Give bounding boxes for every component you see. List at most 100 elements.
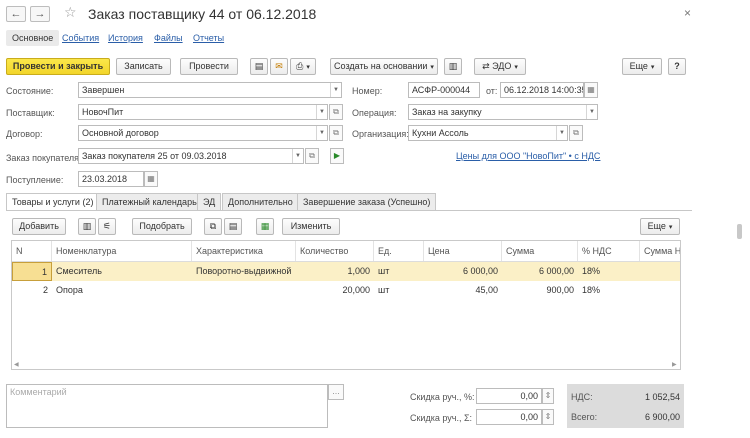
star-icon[interactable]: ☆: [64, 4, 77, 21]
state-field[interactable]: Завершен ▼: [78, 82, 342, 98]
comment-field[interactable]: Комментарий: [6, 384, 328, 428]
column-header-vat-rate[interactable]: % НДС: [578, 241, 640, 261]
column-header-characteristic[interactable]: Характеристика: [192, 241, 296, 261]
add-button[interactable]: Добавить: [12, 218, 66, 235]
date-label: от:: [486, 86, 498, 96]
stepper-icon[interactable]: ⇕: [542, 388, 554, 404]
customer-order-field[interactable]: Заказ покупателя 25 от 09.03.2018 ▼: [78, 148, 304, 164]
prices-link[interactable]: Цены для ООО "НовоПит" • с НДС: [456, 151, 600, 161]
open-link-icon[interactable]: ⧉: [305, 148, 319, 164]
save-button[interactable]: Записать: [116, 58, 171, 75]
row-characteristic[interactable]: [192, 281, 296, 300]
tab-main[interactable]: Основное: [6, 30, 60, 46]
edo-button[interactable]: ⇄ ЭДО ▾: [474, 58, 526, 75]
page-title: Заказ поставщику 44 от 06.12.2018: [88, 6, 317, 22]
calendar-icon[interactable]: ▦: [584, 82, 598, 98]
column-header-item[interactable]: Номенклатура: [52, 241, 192, 261]
discount-pct-field[interactable]: 0,00: [476, 388, 542, 404]
tab-files[interactable]: Файлы: [154, 33, 183, 43]
chevron-down-icon[interactable]: ▼: [292, 149, 303, 163]
row-quantity[interactable]: 1,000: [296, 262, 374, 281]
scroll-right-icon[interactable]: ▶: [672, 361, 677, 368]
organization-field[interactable]: Кухни Ассоль ▼: [408, 125, 568, 141]
spreadsheet-icon[interactable]: ▦: [256, 218, 274, 235]
tab-order-completion[interactable]: Завершение заказа (Успешно): [297, 193, 437, 210]
row-sum[interactable]: 6 000,00: [502, 262, 578, 281]
chevron-down-icon[interactable]: ▼: [316, 126, 327, 140]
report-icon[interactable]: ▥: [444, 58, 462, 75]
copy-icon[interactable]: ⧉: [204, 218, 222, 235]
change-button[interactable]: Изменить: [282, 218, 340, 235]
paste-icon[interactable]: ▤: [224, 218, 242, 235]
chevron-down-icon[interactable]: ▼: [316, 105, 327, 119]
scan-icon[interactable]: ⚟: [98, 218, 116, 235]
column-header-quantity[interactable]: Количество: [296, 241, 374, 261]
table-more-button[interactable]: Еще ▾: [640, 218, 680, 235]
table-row[interactable]: 1 Смеситель Поворотно-выдвижной 1,000 шт…: [12, 262, 680, 281]
tab-ed[interactable]: ЭД: [197, 193, 222, 210]
tab-reports[interactable]: Отчеты: [193, 33, 224, 43]
help-button[interactable]: ?: [668, 58, 686, 75]
row-unit[interactable]: шт: [374, 281, 424, 300]
pick-button[interactable]: Подобрать: [132, 218, 192, 235]
post-button[interactable]: Провести: [180, 58, 238, 75]
go-icon[interactable]: ▶: [330, 148, 344, 164]
back-button[interactable]: ←: [6, 6, 26, 22]
close-icon[interactable]: ×: [684, 6, 691, 20]
operation-label: Операция:: [352, 108, 397, 118]
row-quantity[interactable]: 20,000: [296, 281, 374, 300]
discount-sum-label: Скидка руч., Σ:: [410, 413, 473, 423]
receipt-date-field[interactable]: 23.03.2018: [78, 171, 144, 187]
page-scrollbar[interactable]: [737, 224, 742, 239]
row-sum[interactable]: 900,00: [502, 281, 578, 300]
tab-history[interactable]: История: [108, 33, 143, 43]
column-header-n[interactable]: N: [12, 241, 52, 261]
discount-sum-field[interactable]: 0,00: [476, 409, 542, 425]
operation-field[interactable]: Заказ на закупку ▼: [408, 104, 598, 120]
row-price[interactable]: 6 000,00: [424, 262, 502, 281]
stepper-icon[interactable]: ⇕: [542, 409, 554, 425]
scroll-left-icon[interactable]: ◀: [14, 361, 19, 368]
tab-additional[interactable]: Дополнительно: [222, 193, 299, 210]
open-link-icon[interactable]: ⧉: [329, 125, 343, 141]
tab-payment-calendar[interactable]: Платежный календарь: [96, 193, 203, 210]
supplier-label: Поставщик:: [6, 108, 55, 118]
open-link-icon[interactable]: ⧉: [569, 125, 583, 141]
chevron-down-icon[interactable]: ▼: [330, 83, 341, 97]
column-header-vat-sum[interactable]: Сумма НДС: [640, 241, 680, 261]
post-and-close-button[interactable]: Провести и закрыть: [6, 58, 110, 75]
row-price[interactable]: 45,00: [424, 281, 502, 300]
barcode-icon[interactable]: ▥: [78, 218, 96, 235]
forward-button[interactable]: →: [30, 6, 50, 22]
row-number[interactable]: 2: [12, 281, 52, 300]
table-row[interactable]: 2 Опора 20,000 шт 45,00 900,00 18%: [12, 281, 680, 300]
document-icon[interactable]: ▤: [250, 58, 268, 75]
customer-order-label: Заказ покупателя:: [6, 153, 82, 163]
tab-events[interactable]: События: [62, 33, 99, 43]
calendar-icon[interactable]: ▦: [144, 171, 158, 187]
row-item[interactable]: Смеситель: [52, 262, 192, 281]
row-vat-rate[interactable]: 18%: [578, 281, 640, 300]
open-link-icon[interactable]: ⧉: [329, 104, 343, 120]
row-number[interactable]: 1: [12, 262, 52, 281]
mail-icon[interactable]: ✉: [270, 58, 288, 75]
goods-table[interactable]: N Номенклатура Характеристика Количество…: [11, 240, 681, 370]
chevron-down-icon[interactable]: ▼: [586, 105, 597, 119]
column-header-unit[interactable]: Ед.: [374, 241, 424, 261]
column-header-price[interactable]: Цена: [424, 241, 502, 261]
column-header-sum[interactable]: Сумма: [502, 241, 578, 261]
tab-goods[interactable]: Товары и услуги (2): [6, 193, 100, 211]
supplier-field[interactable]: НовочПит ▼: [78, 104, 328, 120]
more-button[interactable]: Еще ▾: [622, 58, 662, 75]
row-vat-rate[interactable]: 18%: [578, 262, 640, 281]
row-unit[interactable]: шт: [374, 262, 424, 281]
row-characteristic[interactable]: Поворотно-выдвижной: [192, 262, 296, 281]
print-icon[interactable]: ⎙ ▾: [290, 58, 316, 75]
row-item[interactable]: Опора: [52, 281, 192, 300]
number-field[interactable]: АСФР-000044: [408, 82, 480, 98]
expand-comment-button[interactable]: …: [328, 384, 344, 400]
contract-field[interactable]: Основной договор ▼: [78, 125, 328, 141]
date-field[interactable]: 06.12.2018 14:00:35: [500, 82, 584, 98]
chevron-down-icon[interactable]: ▼: [556, 126, 567, 140]
create-based-on-button[interactable]: Создать на основании ▾: [330, 58, 438, 75]
